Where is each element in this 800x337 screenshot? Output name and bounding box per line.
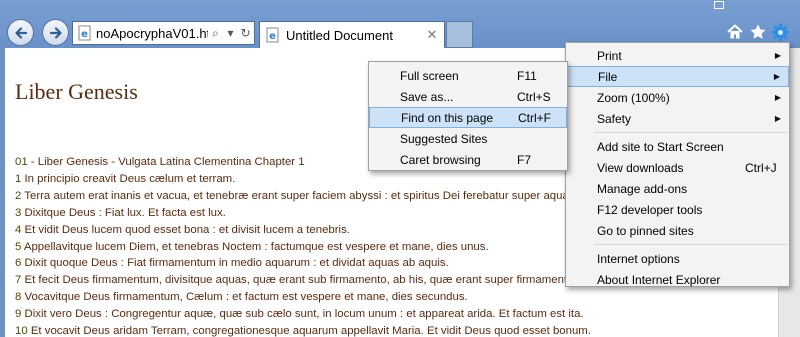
menu-item-label: View downloads xyxy=(597,160,684,175)
browser-toolbar: e noApocryphaV01.html ⌕ ▾ ↻ e Untitled D… xyxy=(0,0,800,48)
verse-number: 7 xyxy=(15,274,22,287)
new-tab-button[interactable] xyxy=(446,21,473,48)
menu-item-label: File xyxy=(598,69,618,84)
menu-item-label: F12 developer tools xyxy=(597,202,703,217)
menu-item-suggested-sites[interactable]: Suggested Sites xyxy=(369,128,567,149)
tab-untitled-document[interactable]: e Untitled Document ✕ xyxy=(259,21,445,48)
menu-item-full-screen[interactable]: Full screen F11 xyxy=(369,65,567,86)
address-url[interactable]: noApocryphaV01.html xyxy=(96,26,208,41)
file-submenu: Full screen F11 Save as... Ctrl+S Find on th… xyxy=(368,61,568,171)
ie-page-icon: e xyxy=(78,25,91,41)
address-dropdown-icon[interactable]: ▾ xyxy=(223,24,238,42)
menu-item-shortcut: F11 xyxy=(517,68,537,83)
chevron-right-icon: ▶ xyxy=(773,72,780,81)
menu-item-shortcut: Ctrl+S xyxy=(517,89,551,104)
menu-item-print[interactable]: Print ▶ xyxy=(566,45,789,66)
menu-item-label: Save as... xyxy=(400,89,454,104)
menu-item-safety[interactable]: Safety ▶ xyxy=(566,108,789,129)
menu-item-label: Suggested Sites xyxy=(400,131,488,146)
chevron-right-icon: ▶ xyxy=(774,93,781,102)
menu-item-label: Full screen xyxy=(400,68,459,83)
back-button[interactable] xyxy=(7,19,34,46)
home-icon[interactable] xyxy=(725,22,745,42)
tools-menu: Print ▶ File ▶ Zoom (100%) ▶ Safety ▶ Add site t… xyxy=(565,42,790,287)
verse-number: 3 xyxy=(15,206,22,219)
forward-button[interactable] xyxy=(42,19,69,46)
menu-item-label: Go to pinned sites xyxy=(597,223,694,238)
menu-separator xyxy=(594,244,787,245)
tab-title: Untitled Document xyxy=(286,27,393,43)
address-bar[interactable]: e noApocryphaV01.html ⌕ ▾ ↻ xyxy=(72,21,255,45)
menu-item-internet-options[interactable]: Internet options xyxy=(566,248,789,269)
menu-item-zoom-100[interactable]: Zoom (100%) ▶ xyxy=(566,87,789,108)
verse-number: 2 xyxy=(15,189,22,202)
menu-item-label: Print xyxy=(597,48,622,63)
menu-item-go-to-pinned-sites[interactable]: Go to pinned sites xyxy=(566,220,789,241)
back-arrow-icon xyxy=(14,26,27,39)
menu-item-label: Internet options xyxy=(597,251,680,266)
menu-item-f12-developer-tools[interactable]: F12 developer tools xyxy=(566,199,789,220)
forward-arrow-icon xyxy=(49,26,62,39)
svg-text:e: e xyxy=(269,31,276,42)
chevron-right-icon: ▶ xyxy=(774,51,781,60)
verse-number: 6 xyxy=(15,257,22,270)
verse-number: 4 xyxy=(15,223,22,236)
menu-item-shortcut: Ctrl+F xyxy=(518,110,551,125)
menu-item-file[interactable]: File ▶ xyxy=(566,66,789,87)
menu-item-label: Caret browsing xyxy=(400,152,481,167)
search-icon[interactable]: ⌕ xyxy=(208,24,223,42)
menu-item-label: Zoom (100%) xyxy=(597,90,670,105)
gear-icon[interactable] xyxy=(770,22,790,42)
verse-number: 10 xyxy=(15,325,28,337)
menu-item-label: About Internet Explorer xyxy=(597,272,721,287)
verse-number: 1 xyxy=(15,172,22,185)
menu-separator xyxy=(594,132,787,133)
star-icon[interactable] xyxy=(748,22,768,42)
chevron-right-icon: ▶ xyxy=(774,114,781,123)
window-restore-icon[interactable] xyxy=(714,1,724,9)
refresh-icon[interactable]: ↻ xyxy=(238,24,253,42)
menu-item-view-downloads[interactable]: View downloads Ctrl+J xyxy=(566,157,789,178)
menu-item-label: Add site to Start Screen xyxy=(597,139,724,154)
menu-item-manage-add-ons[interactable]: Manage add-ons xyxy=(566,178,789,199)
menu-item-label: Safety xyxy=(597,111,632,126)
menu-item-shortcut: F7 xyxy=(517,152,532,167)
ie-page-icon: e xyxy=(266,27,279,43)
menu-item-find-on-this-page[interactable]: Find on this page Ctrl+F xyxy=(369,107,567,128)
verse-number: 8 xyxy=(15,291,22,304)
svg-text:e: e xyxy=(81,29,88,40)
menu-item-save-as[interactable]: Save as... Ctrl+S xyxy=(369,86,567,107)
verse-line: 9 Dixit vero Deus : Congregentur aquæ, q… xyxy=(15,308,584,321)
verse-line: 10 Et vocavit Deus aridam Terram, congre… xyxy=(15,325,591,337)
page-title: Liber Genesis xyxy=(15,79,138,104)
verse-number: 5 xyxy=(15,240,22,253)
close-tab-icon[interactable]: ✕ xyxy=(423,28,441,43)
menu-item-caret-browsing[interactable]: Caret browsing F7 xyxy=(369,149,567,170)
menu-item-about-internet-explorer[interactable]: About Internet Explorer xyxy=(566,269,789,290)
menu-item-add-site-to-start-screen[interactable]: Add site to Start Screen xyxy=(566,136,789,157)
menu-item-label: Manage add-ons xyxy=(597,181,688,196)
verse-line: 8 Vocavitque Deus firmamentum, Cælum : e… xyxy=(15,291,468,304)
verse-number: 9 xyxy=(15,308,22,321)
verse-number: 01 xyxy=(15,156,28,168)
menu-item-label: Find on this page xyxy=(401,110,494,125)
menu-item-shortcut: Ctrl+J xyxy=(745,160,777,175)
